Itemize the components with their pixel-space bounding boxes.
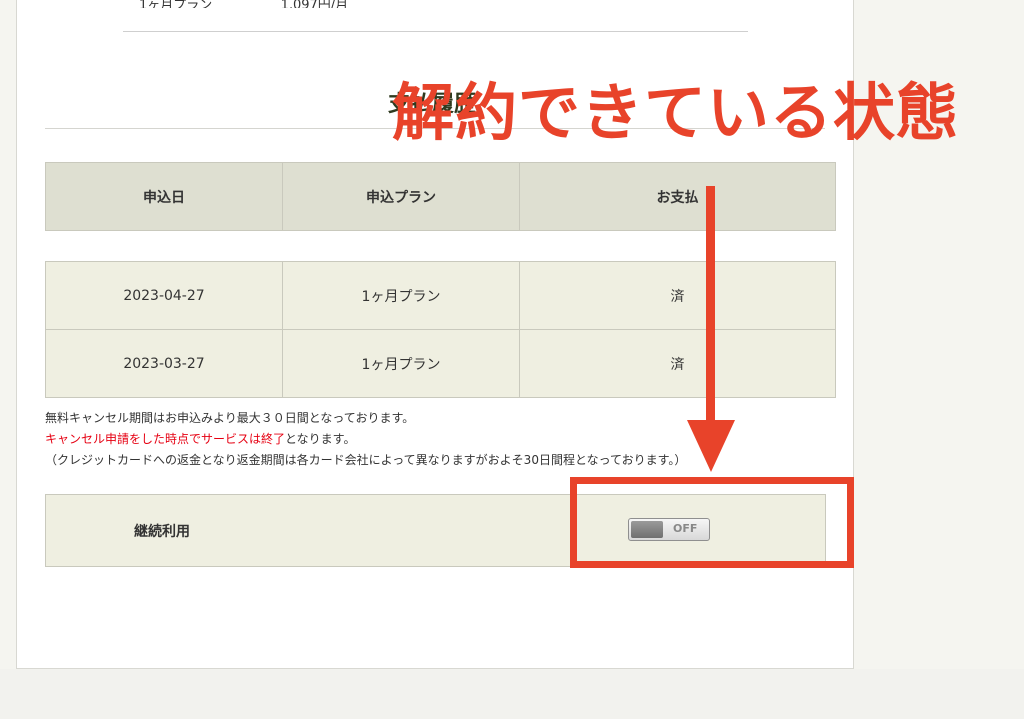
- page-footer-band: [0, 669, 1024, 719]
- annotation-text: 解約できている状態: [392, 76, 960, 149]
- cancellation-notes: 無料キャンセル期間はお申込みより最大３０日間となっております。 キャンセル申請を…: [45, 408, 745, 471]
- annotation-highlight-box: [570, 477, 854, 568]
- note-line: （クレジットカードへの返金となり返金期間は各カード会社によって異なりますがおよそ…: [45, 453, 687, 467]
- column-header-payment: お支払: [519, 162, 836, 231]
- history-status: 済: [519, 261, 836, 330]
- history-plan: 1ヶ月プラン: [282, 261, 520, 330]
- history-date: 2023-04-27: [45, 261, 283, 330]
- note-line: キャンセル申請をした時点でサービスは終了となります。: [45, 429, 745, 450]
- column-header-plan: 申込プラン: [282, 162, 520, 231]
- history-status: 済: [519, 329, 836, 398]
- current-plan-summary: 1ヶ月プラン 1,097円/月: [139, 0, 699, 8]
- note-line: 無料キャンセル期間はお申込みより最大３０日間となっております。: [45, 411, 415, 425]
- history-plan: 1ヶ月プラン: [282, 329, 520, 398]
- history-date: 2023-03-27: [45, 329, 283, 398]
- table-row: 2023-03-27 1ヶ月プラン 済: [45, 329, 836, 398]
- table-row: 2023-04-27 1ヶ月プラン 済: [45, 261, 836, 330]
- annotation-arrow: [706, 186, 715, 431]
- note-text: となります。: [285, 432, 356, 446]
- current-plan-name: 1ヶ月プラン: [139, 0, 213, 8]
- current-plan-price: 1,097円/月: [280, 0, 349, 8]
- note-warning: キャンセル申請をした時点でサービスは終了: [45, 432, 286, 446]
- history-table: 2023-04-27 1ヶ月プラン 済 2023-03-27 1ヶ月プラン 済: [45, 261, 836, 398]
- column-header-date: 申込日: [45, 162, 283, 231]
- annotation-arrow-head: [687, 420, 735, 472]
- continuation-label: 継続利用: [134, 524, 190, 540]
- history-header-table: 申込日 申込プラン お支払: [45, 162, 836, 231]
- divider: [123, 31, 748, 32]
